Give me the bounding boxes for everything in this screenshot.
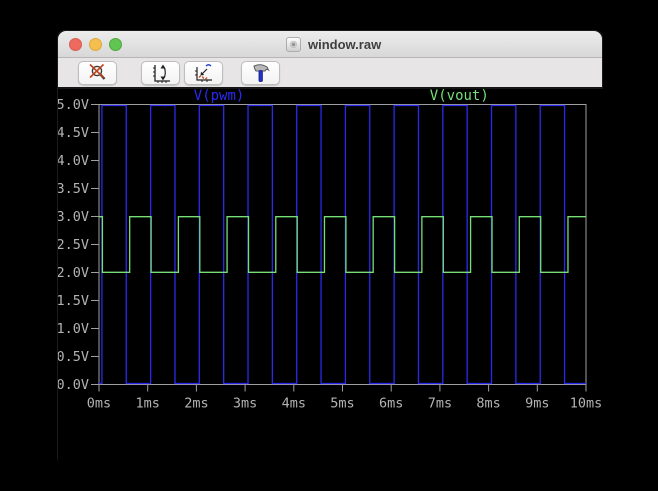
x-tick-label: 3ms [233, 396, 257, 412]
x-tick-label: 7ms [428, 396, 452, 412]
document-proxy-icon[interactable] [286, 37, 301, 52]
zoom-back-button[interactable] [78, 61, 117, 85]
y-tick-label: 5.0V [58, 97, 89, 113]
desktop-backdrop: window.raw [0, 0, 658, 491]
plot-pane[interactable]: V(pwm) V(vout) 0ms1ms2ms3ms4ms5ms6ms7ms8… [58, 89, 604, 463]
x-tick-label: 6ms [379, 396, 403, 412]
proxy-glyph [290, 41, 297, 48]
zoom-window-button[interactable] [109, 38, 122, 51]
x-tick-label: 2ms [184, 396, 208, 412]
waveform-chart[interactable]: 0ms 1ms 2ms 3ms 4ms 5ms 6ms 7ms 8ms 9ms 10ms 5.0V 4.… [58, 89, 604, 463]
x-tick-label: 8ms [476, 396, 500, 412]
autorange-button[interactable] [141, 61, 180, 85]
trace-vvout [99, 217, 586, 273]
zoom-back-icon [87, 63, 109, 83]
window-title: window.raw [308, 31, 381, 58]
x-tick-label: 5ms [330, 396, 354, 412]
y-tick-label: 1.5V [58, 293, 89, 309]
x-tick-label: 9ms [525, 396, 549, 412]
y-tick-label: 4.5V [58, 125, 89, 141]
toolbar [58, 58, 602, 89]
y-tick-label: 2.0V [58, 265, 89, 281]
y-tick-label: 4.0V [58, 153, 89, 169]
plot-settings-icon [193, 63, 215, 83]
plot-frame [99, 105, 586, 385]
x-tick-label: 0ms [87, 396, 111, 412]
y-tick-label: 1.0V [58, 321, 89, 337]
y-tick-label: 3.0V [58, 209, 89, 225]
minimize-button[interactable] [89, 38, 102, 51]
close-button[interactable] [69, 38, 82, 51]
y-tick-label: 3.5V [58, 181, 89, 197]
y-tick-label: 2.5V [58, 237, 89, 253]
title-bar[interactable]: window.raw [58, 31, 602, 58]
autorange-icon [150, 63, 172, 83]
x-tick-label: 1ms [136, 396, 160, 412]
x-tick-label: 10ms [570, 396, 603, 412]
y-tick-label: 0.0V [58, 377, 89, 393]
control-panel-button[interactable] [241, 61, 280, 85]
plot-settings-button[interactable] [184, 61, 223, 85]
trace-vpwm [99, 106, 586, 384]
y-tick-label: 0.5V [58, 349, 89, 365]
waveform-viewer-window: window.raw [57, 30, 603, 462]
control-panel-hammer-icon [250, 63, 272, 83]
x-tick-label: 4ms [282, 396, 306, 412]
